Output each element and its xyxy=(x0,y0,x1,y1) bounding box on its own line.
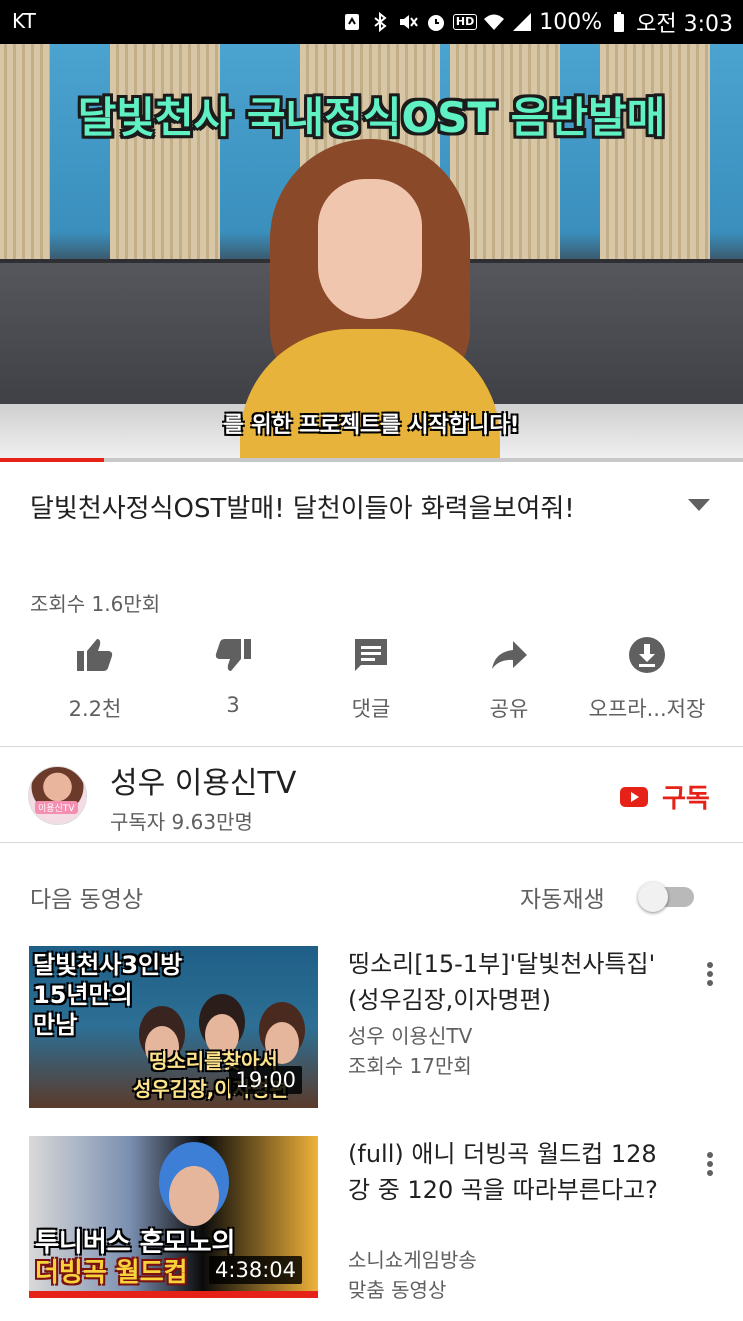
hd-icon: HD xyxy=(452,14,478,30)
autoplay-label: 자동재생 xyxy=(520,887,605,913)
share-button[interactable]: 공유 xyxy=(439,635,579,723)
dislike-count: 3 xyxy=(226,693,240,717)
action-bar: 2.2천 3 댓글 공유 오프라...저장 xyxy=(25,635,725,725)
wall-panel xyxy=(600,44,710,274)
share-icon xyxy=(489,635,529,675)
video-progress-fill xyxy=(0,458,105,462)
expand-description-icon[interactable] xyxy=(686,497,712,513)
watched-progress-bar xyxy=(29,1291,318,1298)
autoplay-toggle[interactable] xyxy=(638,882,694,912)
mute-icon xyxy=(397,11,419,33)
wall-panel xyxy=(0,44,50,274)
status-bar: KT HD 100% 오전 3:03 xyxy=(0,0,743,44)
video-subtitle: 를 위한 프로젝트를 시작합니다! xyxy=(223,413,520,438)
comment-label: 댓글 xyxy=(351,697,391,721)
avatar-tag: 이용신TV xyxy=(35,801,78,814)
comment-button[interactable]: 댓글 xyxy=(301,635,441,723)
like-button[interactable]: 2.2천 xyxy=(25,635,165,723)
video-thumbnail[interactable]: 달빛천사3인방 15년만의 만남 띵소리를찾아서 성우김장,이자명편 19:00 xyxy=(29,946,318,1108)
video-duration: 19:00 xyxy=(229,1066,302,1094)
video-progress-bar[interactable] xyxy=(0,458,743,462)
thumbnail-caption: 투니버스 혼모노의 xyxy=(35,1228,236,1258)
more-options-icon[interactable] xyxy=(698,958,722,990)
signal-icon xyxy=(511,11,533,33)
subscribe-button[interactable]: 구독 xyxy=(620,778,710,815)
video-title[interactable]: (full) 애니 더빙곡 월드컵 128강 중 120 곡을 따라부른다고? xyxy=(348,1136,678,1208)
video-title: 달빛천사정식OST발매! 달천이들아 화력을보여줘! xyxy=(30,494,575,524)
comment-icon xyxy=(351,635,391,675)
video-recommendation: 맞춤 동영상 xyxy=(348,1278,447,1302)
battery-icon xyxy=(608,11,630,33)
subscriber-count: 구독자 9.63만명 xyxy=(110,810,253,834)
list-item[interactable]: 달빛천사3인방 15년만의 만남 띵소리를찾아서 성우김장,이자명편 19:00… xyxy=(0,946,743,1108)
list-item[interactable]: 투니버스 혼모노의 더빙곡 월드컵 4:38:04 (full) 애니 더빙곡 … xyxy=(0,1136,743,1302)
carrier-label: KT xyxy=(12,9,36,33)
channel-avatar[interactable]: 이용신TV xyxy=(28,766,87,825)
bluetooth-icon xyxy=(369,11,391,33)
clock: 오전 3:03 xyxy=(636,12,733,37)
alarm-icon xyxy=(425,11,447,33)
like-count: 2.2천 xyxy=(68,697,122,721)
status-icons: HD 100% 오전 3:03 xyxy=(341,6,733,38)
video-duration: 4:38:04 xyxy=(209,1256,302,1284)
divider xyxy=(0,842,743,843)
thumbnail-caption: 더빙곡 월드컵 xyxy=(35,1258,188,1288)
video-player[interactable]: 달빛천사 국내정식OST 음반발매 를 위한 프로젝트를 시작합니다! xyxy=(0,44,743,462)
thumbs-down-icon xyxy=(213,635,253,675)
nfc-icon xyxy=(341,11,363,33)
thumbnail-text: 달빛천사3인방 15년만의 만남 xyxy=(33,951,183,1039)
toggle-knob xyxy=(638,882,668,912)
video-channel: 성우 이용신TV xyxy=(348,1024,473,1048)
next-up-label: 다음 동영상 xyxy=(30,887,144,913)
subscribe-label: 구독 xyxy=(662,784,710,814)
video-thumbnail[interactable]: 투니버스 혼모노의 더빙곡 월드컵 4:38:04 xyxy=(29,1136,318,1298)
youtube-logo-icon xyxy=(620,786,648,807)
dislike-button[interactable]: 3 xyxy=(163,635,303,717)
video-overlay-title: 달빛천사 국내정식OST 음반발매 xyxy=(77,93,666,142)
video-title[interactable]: 띵소리[15-1부]'달빛천사특집' (성우김장,이자명편) xyxy=(348,946,678,1018)
view-count: 조회수 1.6만회 xyxy=(30,592,161,616)
more-options-icon[interactable] xyxy=(698,1148,722,1180)
battery-percent: 100% xyxy=(539,9,603,35)
wifi-icon xyxy=(483,11,505,33)
thumbs-up-icon xyxy=(75,635,115,675)
share-label: 공유 xyxy=(489,697,529,721)
save-offline-button[interactable]: 오프라...저장 xyxy=(577,635,717,723)
channel-name[interactable]: 성우 이용신TV xyxy=(110,758,296,802)
download-icon xyxy=(627,635,667,675)
video-views: 조회수 17만회 xyxy=(348,1054,472,1078)
wall-panel xyxy=(110,44,220,274)
save-offline-label: 오프라...저장 xyxy=(588,697,706,721)
divider xyxy=(0,746,743,747)
video-channel: 소니쇼게임방송 xyxy=(348,1248,477,1272)
